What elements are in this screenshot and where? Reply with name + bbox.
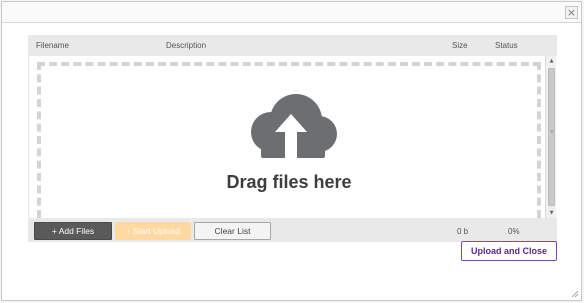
vertical-scrollbar[interactable]: ▲ ≡ ▼ bbox=[545, 56, 556, 218]
resize-grip-icon[interactable] bbox=[571, 290, 579, 298]
upload-dialog: × Filename Description Size Status Drag … bbox=[1, 1, 582, 301]
drop-zone[interactable]: Drag files here bbox=[37, 62, 541, 218]
total-percent: 0% bbox=[508, 227, 520, 236]
grip-icon: ≡ bbox=[550, 129, 554, 135]
total-size: 0 b bbox=[457, 227, 469, 236]
upload-and-close-button[interactable]: Upload and Close bbox=[461, 241, 557, 261]
file-list-header: Filename Description Size Status bbox=[28, 35, 557, 56]
scroll-down-arrow-icon[interactable]: ▼ bbox=[546, 208, 557, 218]
scroll-up-arrow-icon[interactable]: ▲ bbox=[546, 56, 557, 66]
file-uploader: Filename Description Size Status Drag fi… bbox=[28, 35, 557, 242]
header-size: Size bbox=[452, 41, 468, 50]
add-files-button[interactable]: + Add Files bbox=[34, 222, 112, 240]
clear-list-button[interactable]: Clear List bbox=[194, 222, 271, 240]
start-upload-button[interactable]: ↑ Start Upload bbox=[115, 222, 191, 240]
header-status: Status bbox=[495, 41, 518, 50]
dialog-titlebar[interactable]: × bbox=[2, 2, 581, 23]
file-list[interactable]: Drag files here ▲ ≡ ▼ bbox=[28, 56, 557, 218]
scroll-thumb[interactable]: ≡ bbox=[548, 68, 555, 206]
close-icon[interactable]: × bbox=[565, 6, 578, 19]
header-description: Description bbox=[166, 41, 207, 50]
cloud-upload-icon bbox=[251, 94, 337, 158]
header-filename: Filename bbox=[36, 41, 69, 50]
drag-files-text: Drag files here bbox=[226, 172, 352, 192]
file-list-footer: + Add Files ↑ Start Upload Clear List 0 … bbox=[28, 218, 557, 242]
